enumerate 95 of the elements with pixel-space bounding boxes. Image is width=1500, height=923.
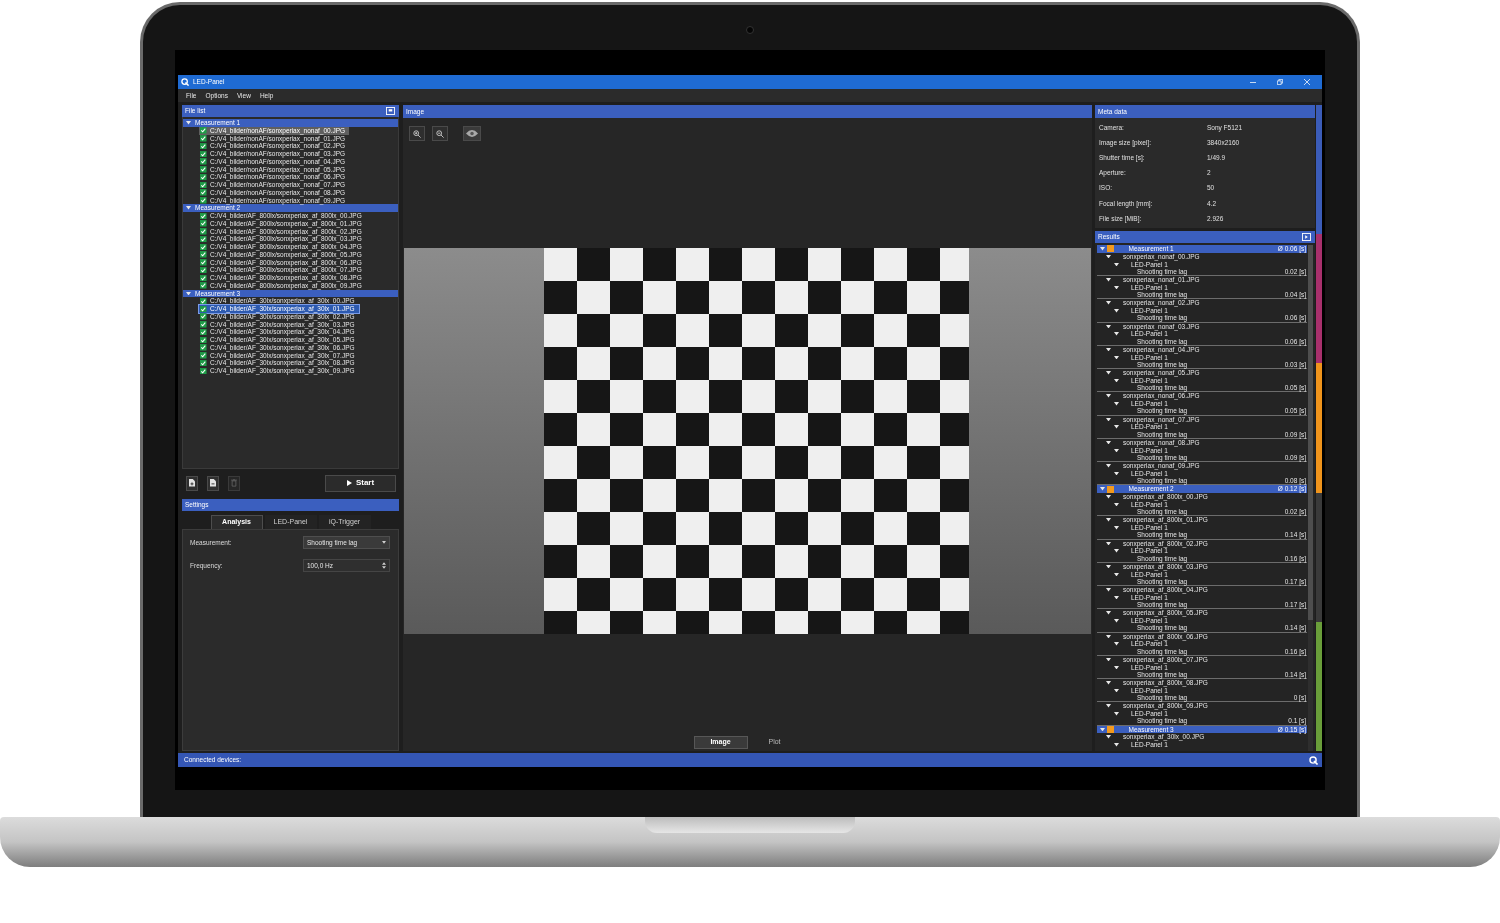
- caret-down-icon[interactable]: [1106, 588, 1111, 592]
- caret-down-icon[interactable]: [1114, 572, 1119, 577]
- caret-down-icon[interactable]: [1106, 657, 1111, 662]
- app-logo-icon: [181, 78, 189, 86]
- caret-down-icon[interactable]: [1114, 332, 1119, 336]
- caret-down-icon[interactable]: [1114, 595, 1119, 600]
- checkbox[interactable]: [200, 166, 207, 173]
- caret-down-icon[interactable]: [1106, 347, 1111, 352]
- caret-down-icon[interactable]: [1114, 549, 1119, 553]
- new-file-button[interactable]: [186, 475, 198, 491]
- caret-down-icon[interactable]: [1106, 495, 1111, 499]
- zoom-in-button[interactable]: [409, 126, 425, 141]
- checkbox[interactable]: [200, 127, 207, 134]
- trash-icon: [231, 479, 237, 487]
- app-logo-icon: [1309, 755, 1318, 765]
- caret-down-icon[interactable]: [1106, 681, 1111, 685]
- checkbox[interactable]: [200, 228, 207, 235]
- checkbox[interactable]: [200, 266, 207, 274]
- checkbox[interactable]: [200, 212, 207, 220]
- checkbox[interactable]: [200, 305, 207, 313]
- checkbox[interactable]: [200, 189, 207, 196]
- checkbox[interactable]: [200, 197, 207, 204]
- caret-down-icon[interactable]: [1114, 712, 1119, 716]
- caret-down-icon[interactable]: [1106, 564, 1111, 569]
- file-button[interactable]: [207, 475, 219, 491]
- restore-icon: [1276, 79, 1283, 85]
- checkbox[interactable]: [200, 274, 207, 282]
- play-icon: [346, 480, 352, 486]
- caret-down-icon[interactable]: [1114, 402, 1119, 406]
- zoom-in-icon: [413, 129, 421, 138]
- caret-down-icon[interactable]: [1106, 704, 1111, 708]
- caret-down-icon[interactable]: [1106, 464, 1111, 468]
- checkbox[interactable]: [200, 173, 207, 181]
- caret-down-icon[interactable]: [1114, 309, 1119, 313]
- caret-down-icon[interactable]: [1106, 541, 1111, 546]
- caret-down-icon[interactable]: [1114, 262, 1119, 267]
- eye-icon: [466, 130, 478, 137]
- caret-down-icon[interactable]: [1114, 378, 1119, 383]
- checkbox[interactable]: [200, 158, 207, 165]
- caret-down-icon[interactable]: [1114, 285, 1119, 290]
- checkbox[interactable]: [200, 251, 207, 258]
- caret-down-icon[interactable]: [1114, 642, 1119, 646]
- checkbox[interactable]: [200, 259, 207, 266]
- window-icon[interactable]: [386, 107, 395, 115]
- caret-down-icon[interactable]: [1106, 301, 1111, 305]
- file-plus-icon: [189, 479, 195, 487]
- checkbox[interactable]: [200, 336, 207, 344]
- scrollbar[interactable]: [1308, 245, 1313, 751]
- file-icon: [210, 479, 216, 487]
- checkbox[interactable]: [200, 142, 207, 150]
- checkbox[interactable]: [200, 367, 207, 375]
- caret-down-icon[interactable]: [1114, 526, 1119, 530]
- checkbox[interactable]: [200, 321, 207, 328]
- checkbox[interactable]: [200, 328, 207, 336]
- window-icon[interactable]: [1302, 233, 1311, 241]
- zoom-out-button[interactable]: [432, 126, 448, 141]
- eye-button[interactable]: [463, 126, 481, 141]
- checkbox[interactable]: [200, 243, 207, 251]
- caret-down-icon[interactable]: [1106, 278, 1111, 282]
- checkbox[interactable]: [200, 313, 207, 320]
- checkbox[interactable]: [200, 181, 207, 189]
- scrollbar-thumb[interactable]: [1308, 245, 1313, 620]
- caret-down-icon[interactable]: [1114, 665, 1119, 670]
- checkbox[interactable]: [200, 282, 207, 289]
- start-button[interactable]: Start: [325, 474, 396, 492]
- caret-down-icon[interactable]: [1114, 471, 1119, 476]
- checkbox[interactable]: [200, 220, 207, 227]
- caret-down-icon[interactable]: [1106, 440, 1111, 445]
- checkbox[interactable]: [200, 359, 207, 367]
- caret-down-icon[interactable]: [1114, 448, 1119, 453]
- checkbox[interactable]: [200, 150, 207, 158]
- caret-down-icon[interactable]: [1106, 394, 1111, 398]
- checkbox[interactable]: [200, 135, 207, 142]
- checkbox[interactable]: [200, 235, 207, 243]
- caret-down-icon[interactable]: [1114, 355, 1119, 360]
- caret-down-icon[interactable]: [1114, 688, 1119, 693]
- caret-down-icon[interactable]: [1106, 611, 1111, 615]
- caret-down-icon[interactable]: [1106, 324, 1111, 329]
- minimize-icon: [1249, 81, 1256, 83]
- caret-down-icon[interactable]: [1106, 371, 1111, 375]
- checkbox[interactable]: [200, 352, 207, 359]
- caret-down-icon[interactable]: [1114, 619, 1119, 623]
- caret-down-icon[interactable]: [1114, 502, 1119, 507]
- zoom-out-icon: [436, 129, 444, 138]
- caret-down-icon[interactable]: [1106, 417, 1111, 422]
- checkbox[interactable]: [200, 344, 207, 351]
- caret-down-icon[interactable]: [1114, 743, 1119, 747]
- checkbox[interactable]: [200, 297, 207, 305]
- caret-down-icon[interactable]: [1106, 634, 1111, 639]
- caret-down-icon[interactable]: [1106, 518, 1111, 522]
- close-icon: [1303, 79, 1310, 85]
- caret-down-icon[interactable]: [1114, 425, 1119, 429]
- caret-down-icon: [382, 541, 386, 544]
- camera-icon: [746, 26, 754, 34]
- spin-arrows-icon[interactable]: [382, 562, 386, 569]
